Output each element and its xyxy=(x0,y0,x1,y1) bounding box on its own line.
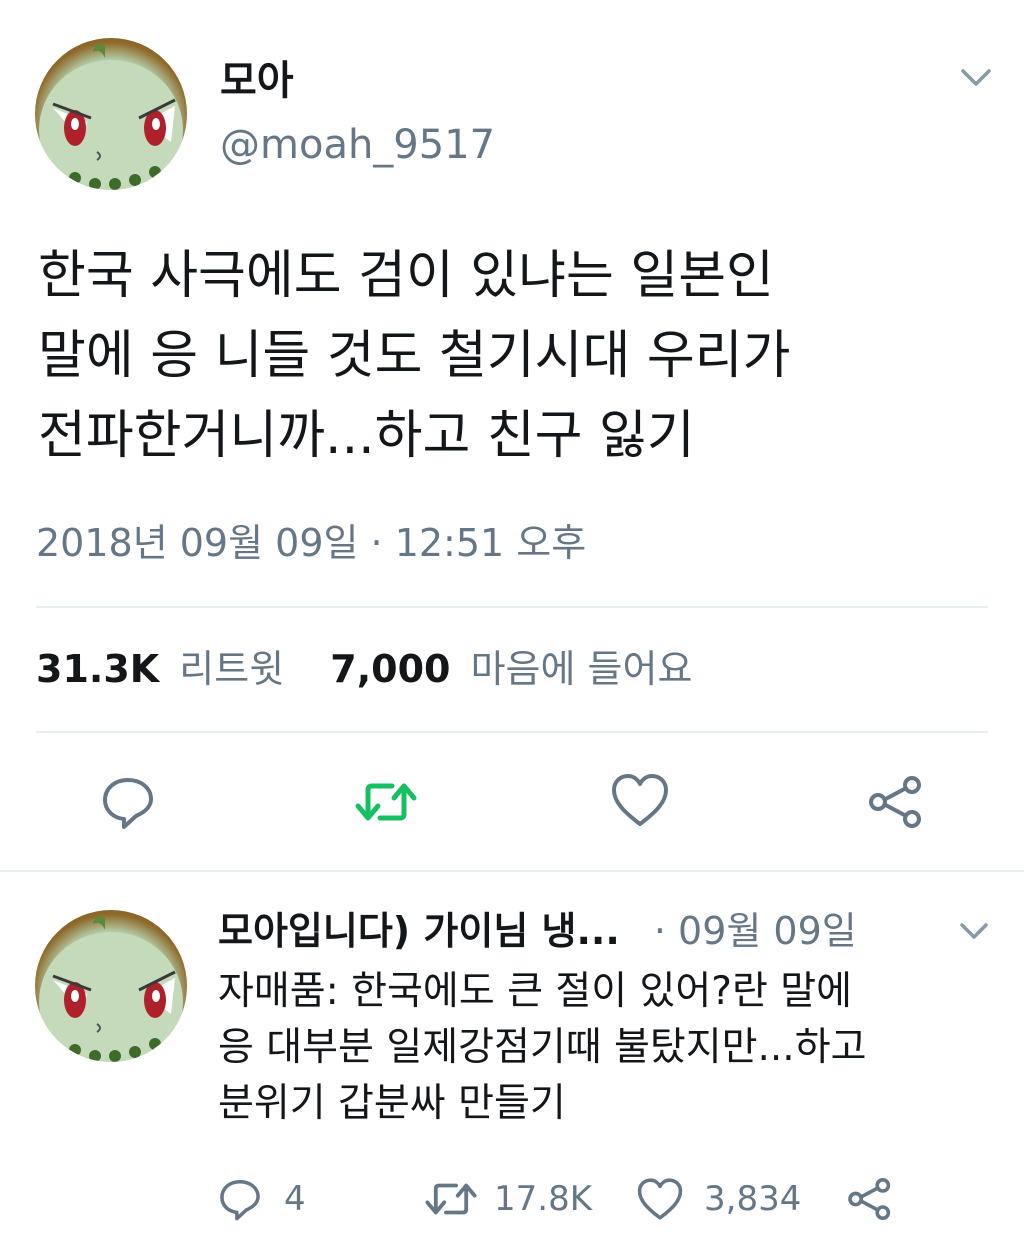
reply-text-line: 자매품: 한국에도 큰 절이 있어?란 말에 xyxy=(218,969,853,1014)
reply-like-button[interactable]: 3,834 xyxy=(636,1174,801,1224)
reply-icon xyxy=(220,1179,260,1221)
tweet-stats: 31.3K 리트윗 7,000 마음에 들어요 xyxy=(36,644,692,694)
reply-retweet-count: 17.8K xyxy=(494,1179,592,1219)
reply-button[interactable] xyxy=(100,774,156,830)
tweet-text-line: 전파한거니까...하고 친구 잃기 xyxy=(38,406,695,466)
chikorita-avatar-icon xyxy=(39,916,183,1062)
share-button[interactable] xyxy=(866,774,926,830)
reply-reply-button[interactable]: 4 xyxy=(218,1174,306,1224)
tweet-text-line: 말에 응 니들 것도 철기시대 우리가 xyxy=(38,326,791,386)
reply-header: 모아입니다) 가이님 냉... · 09월 09일 xyxy=(218,906,857,956)
reply-text: 자매품: 한국에도 큰 절이 있어?란 말에 응 대부분 일제강점기때 불탔지만… xyxy=(218,964,866,1132)
retweet-stat[interactable]: 31.3K 리트윗 xyxy=(36,647,296,691)
reply-display-name[interactable]: 모아입니다) 가이님 냉... xyxy=(218,909,620,953)
retweet-count: 31.3K xyxy=(36,647,160,691)
reply-avatar[interactable] xyxy=(35,910,187,1062)
like-label: 마음에 들어요 xyxy=(470,647,693,691)
section-divider xyxy=(0,870,1024,872)
heart-icon xyxy=(612,774,668,826)
share-icon xyxy=(848,1177,891,1220)
like-button[interactable] xyxy=(610,772,670,828)
reply-like-count: 3,834 xyxy=(704,1179,802,1219)
tweet-timestamp[interactable]: 2018년 09월 09일 · 12:51 오후 xyxy=(36,518,586,568)
reply-retweet-button[interactable]: 17.8K xyxy=(424,1174,592,1224)
tweet-text-line: 한국 사극에도 검이 있냐는 일본인 xyxy=(38,246,774,306)
share-icon xyxy=(869,776,921,828)
avatar[interactable] xyxy=(35,38,187,190)
chikorita-avatar-icon xyxy=(39,44,183,190)
tweet-text: 한국 사극에도 검이 있냐는 일본인 말에 응 니들 것도 철기시대 우리가 전… xyxy=(38,236,790,476)
retweet-label: 리트윗 xyxy=(179,647,285,691)
reply-reply-count: 4 xyxy=(284,1179,306,1219)
reply-menu-chevron-down-icon[interactable] xyxy=(958,918,990,944)
reply-text-line: 응 대부분 일제강점기때 불탔지만...하고 xyxy=(218,1025,867,1070)
reply-share-button[interactable] xyxy=(846,1176,894,1222)
retweet-icon xyxy=(355,783,417,821)
reply-icon xyxy=(103,778,153,829)
retweet-icon xyxy=(425,1183,477,1215)
heart-icon xyxy=(637,1178,683,1220)
reply-text-line: 분위기 갑분싸 만들기 xyxy=(218,1081,566,1126)
tweet-menu-chevron-down-icon[interactable] xyxy=(958,62,994,92)
like-count: 7,000 xyxy=(330,647,451,691)
like-stat[interactable]: 7,000 마음에 들어요 xyxy=(330,647,692,691)
reply-date[interactable]: · 09월 09일 xyxy=(654,909,857,953)
retweet-button[interactable] xyxy=(354,776,418,828)
user-handle[interactable]: @moah_9517 xyxy=(220,120,495,170)
divider xyxy=(36,731,988,733)
display-name[interactable]: 모아 xyxy=(220,56,294,106)
divider xyxy=(36,606,988,608)
